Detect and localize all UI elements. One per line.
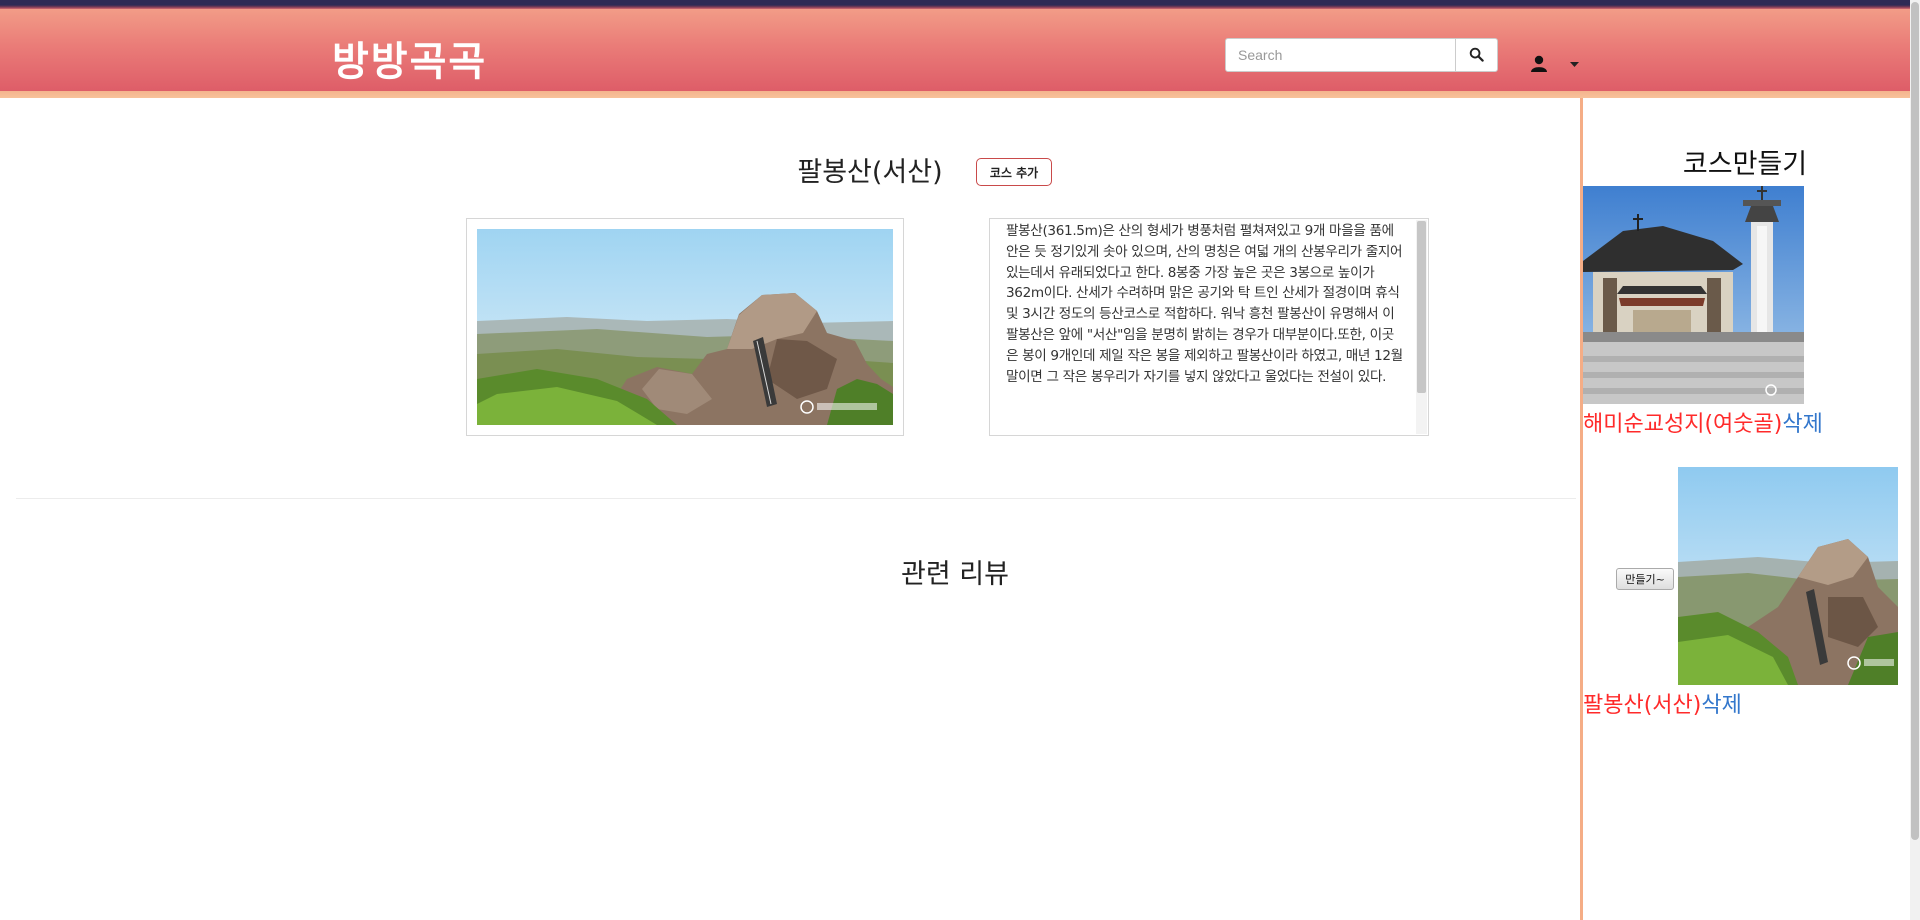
place-description-box[interactable]: 팔봉산(361.5m)은 산의 형세가 병풍처럼 펼쳐져있고 9개 마을을 품에… (989, 218, 1429, 436)
related-reviews-title: 관련 리뷰 (901, 559, 1009, 590)
search-button[interactable] (1455, 38, 1498, 72)
course-item[interactable]: 팔봉산(서산)삭제 (1583, 687, 1742, 719)
course-item-name[interactable]: 팔봉산(서산) (1583, 693, 1701, 718)
place-photo-frame (466, 218, 904, 436)
place-description: 팔봉산(361.5m)은 산의 형세가 병풍처럼 펼쳐져있고 9개 마을을 품에… (1006, 223, 1403, 385)
course-item[interactable]: 해미순교성지(여숫골)삭제 (1583, 406, 1823, 438)
section-divider (16, 498, 1576, 499)
page-scroll-thumb[interactable] (1911, 2, 1919, 840)
add-course-button[interactable]: 코스 추가 (976, 158, 1052, 186)
place-title: 팔봉산(서산) (797, 157, 943, 188)
caret-down-icon[interactable] (1570, 62, 1579, 67)
navbar: 방방곡곡 (0, 9, 1910, 91)
make-course-button[interactable]: 만들기~ (1616, 568, 1674, 590)
brand-logo[interactable]: 방방곡곡 (332, 29, 487, 87)
course-delete-link[interactable]: 삭제 (1701, 693, 1741, 718)
top-accent-line (0, 0, 1910, 9)
mountain-rock-photo (477, 229, 893, 425)
course-builder-title: 코스만들기 (1682, 149, 1808, 180)
search-icon (1469, 47, 1484, 62)
mountain-rock-photo (1678, 467, 1898, 685)
search-input[interactable] (1225, 38, 1456, 72)
course-delete-link[interactable]: 삭제 (1782, 412, 1822, 437)
course-item-name[interactable]: 해미순교성지(여숫골) (1583, 412, 1782, 437)
user-icon[interactable] (1530, 55, 1548, 72)
description-scroll-thumb[interactable] (1417, 221, 1426, 393)
martyrs-shrine-photo (1583, 186, 1804, 404)
navbar-bottom-border (0, 91, 1910, 98)
